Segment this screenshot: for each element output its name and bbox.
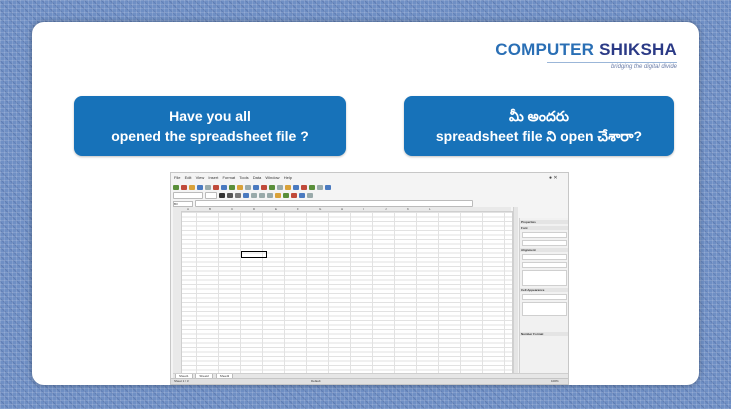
- selected-cell: [241, 251, 267, 258]
- orientation-box: [522, 270, 567, 286]
- menu-view: View: [195, 175, 205, 180]
- menu-insert: Insert: [208, 175, 219, 180]
- cell-border-box: [522, 302, 567, 316]
- status-bar: Sheet 1 / 3 Default 100%: [171, 378, 568, 384]
- telugu-question-line1: మీ అందరు: [508, 108, 570, 124]
- app-menubar: File Edit View Insert Format Tools Data …: [171, 175, 568, 182]
- english-question-line2: opened the spreadsheet file ?: [111, 128, 309, 144]
- indent-box: [522, 262, 567, 268]
- font-name-box: [522, 232, 567, 238]
- menu-format: Format: [222, 175, 236, 180]
- computer-shiksha-logo: COMPUTER SHIKSHA bridging the digital di…: [495, 40, 677, 70]
- logo-wordmark: COMPUTER SHIKSHA: [495, 40, 677, 60]
- spreadsheet-grid: [173, 211, 513, 375]
- vertical-scrollbar: [513, 207, 518, 373]
- telugu-question-box: మీ అందరు spreadsheet file ని open చేశారా…: [404, 96, 674, 156]
- standard-toolbar: [173, 184, 473, 191]
- menu-tools: Tools: [239, 175, 249, 180]
- menu-data: Data: [252, 175, 262, 180]
- cell-background-box: [522, 294, 567, 300]
- english-question-box: Have you all opened the spreadsheet file…: [74, 96, 346, 156]
- menu-edit: Edit: [184, 175, 192, 180]
- logo-tagline: bridging the digital divide: [610, 64, 677, 70]
- menu-file: File: [174, 175, 181, 180]
- spreadsheet-app-screenshot: File Edit View Insert Format Tools Data …: [170, 172, 569, 385]
- sidebar-section-font: Font: [520, 226, 568, 230]
- logo-word-computer: COMPUTER: [495, 40, 595, 59]
- formula-bar: B3: [173, 200, 473, 207]
- font-style-box: [522, 240, 567, 246]
- status-style: Default: [311, 379, 321, 383]
- status-zoom: 100%: [551, 379, 559, 383]
- formatting-toolbar: [173, 192, 473, 199]
- telugu-question-line2: spreadsheet file ని open చేశారా?: [435, 128, 643, 144]
- alignment-box: [522, 254, 567, 260]
- slide-canvas: COMPUTER SHIKSHA bridging the digital di…: [32, 22, 699, 385]
- row-headers: [173, 211, 182, 373]
- logo-underline: [547, 62, 677, 63]
- english-question-line1: Have you all: [169, 108, 251, 124]
- name-box: B3: [173, 200, 193, 207]
- window-controls: ● ✕: [549, 175, 558, 181]
- status-sheet: Sheet 1 / 3: [174, 379, 189, 383]
- sidebar-section-alignment: Alignment: [520, 248, 568, 252]
- logo-word-shiksha: SHIKSHA: [599, 40, 677, 59]
- sidebar-section-number-format: Number Format: [520, 332, 568, 336]
- sidebar-title: Properties: [520, 220, 568, 224]
- menu-help: Help: [283, 175, 292, 180]
- properties-sidebar: Properties Font Alignment Cell Appearanc…: [519, 218, 568, 373]
- menu-window: Window: [265, 175, 280, 180]
- sidebar-section-cell-appearance: Cell Appearance: [520, 288, 568, 292]
